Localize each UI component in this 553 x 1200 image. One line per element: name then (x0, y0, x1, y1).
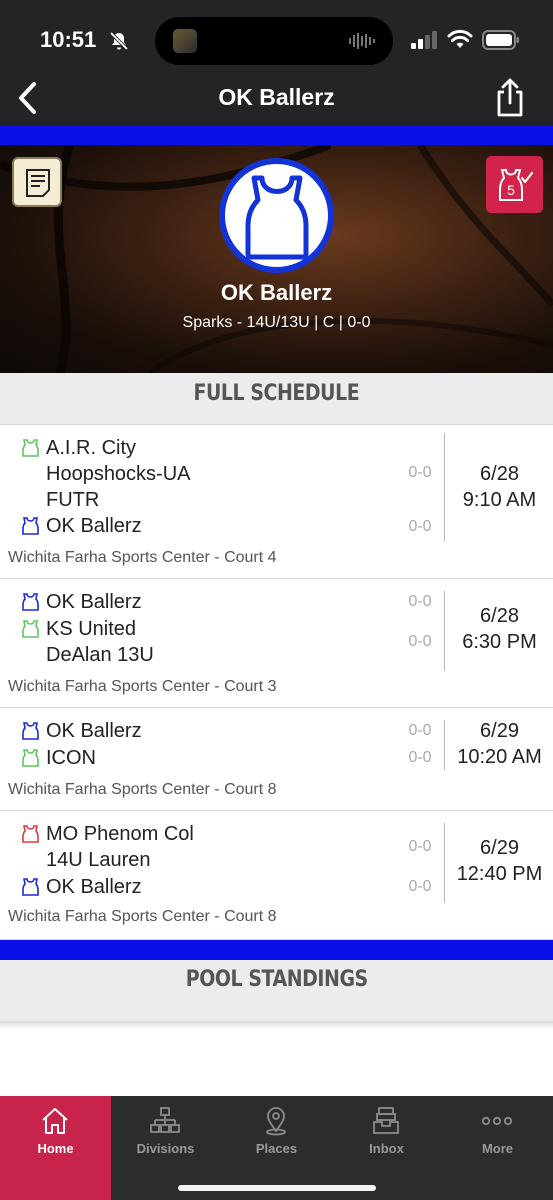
divider (444, 433, 445, 541)
team-name: MO Phenom Col 14U Lauren (46, 823, 194, 871)
standings-scroll-edge (0, 1021, 553, 1029)
team-hero: 5 OK Ballerz Sparks - 14U/13U | C | 0-0 (0, 145, 553, 373)
game-1-datetime: 6/28 9:10 AM (462, 463, 537, 511)
game-card-3[interactable]: OK Ballerz 0-0 ICON 0-0 6/29 10:20 AM Wi… (0, 708, 553, 811)
game-2-team-2-score: 0-0 (408, 633, 432, 650)
dynamic-island (155, 17, 393, 65)
game-1-venue[interactable]: Wichita Farha Sports Center - Court 4 (8, 549, 277, 567)
tab-label: Home (37, 1141, 74, 1156)
standings-content (0, 1021, 553, 1096)
game-4-team-1-score: 0-0 (408, 838, 432, 855)
cellular-signal-icon (411, 31, 437, 49)
status-time: 10:51 (40, 27, 97, 52)
tab-label: Divisions (136, 1141, 195, 1156)
notes-icon (26, 169, 50, 197)
wifi-icon (447, 29, 473, 48)
bell-slash-icon (109, 31, 129, 51)
team-name: OK Ballerz (46, 876, 142, 898)
follow-team-button[interactable]: 5 (486, 156, 543, 213)
game-4-venue[interactable]: Wichita Farha Sports Center - Court 8 (8, 908, 277, 926)
now-playing-thumbnail (173, 29, 197, 53)
jersey-icon (22, 878, 39, 896)
team-name: OK Ballerz (46, 720, 142, 742)
game-4-team-2-score: 0-0 (408, 878, 432, 895)
game-3-team-1-score: 0-0 (408, 722, 432, 739)
divider (444, 591, 445, 671)
game-card-2[interactable]: OK Ballerz 0-0 KS United DeAlan 13U 0-0 … (0, 579, 553, 708)
game-2-team-1-score: 0-0 (408, 593, 432, 610)
jersey-icon (245, 175, 309, 260)
game-3-datetime: 6/29 10:20 AM (457, 720, 542, 768)
accent-stripe (0, 940, 553, 960)
team-name: OK Ballerz (46, 591, 142, 613)
team-name: KS United DeAlan 13U (46, 618, 154, 666)
home-indicator (178, 1185, 376, 1191)
home-icon (42, 1108, 68, 1134)
divider (444, 823, 445, 903)
share-button[interactable] (492, 76, 528, 118)
game-card-1[interactable]: A.I.R. City Hoopshocks-UA FUTR 0-0 OK Ba… (0, 425, 553, 579)
jersey-icon (22, 593, 39, 611)
pool-standings-header: POOL STANDINGS (0, 960, 553, 1021)
game-4-datetime: 6/29 12:40 PM (456, 837, 543, 885)
divisions-icon (150, 1107, 180, 1133)
game-2-datetime: 6/28 6:30 PM (462, 605, 537, 653)
team-logo (219, 158, 334, 273)
badge-count: 5 (507, 182, 515, 198)
team-name: OK Ballerz (220, 280, 333, 305)
jersey-icon (22, 825, 39, 843)
divider (444, 720, 445, 770)
jersey-check-icon: 5 (499, 169, 534, 201)
tab-label: Places (255, 1141, 298, 1156)
top-bar: 10:51 OK Ballerz (0, 0, 553, 125)
tab-label: More (481, 1141, 514, 1156)
jersey-icon (22, 722, 39, 740)
game-1-team-2-score: 0-0 (408, 518, 432, 535)
game-3-team-2-score: 0-0 (408, 749, 432, 766)
team-subtitle: Sparks - 14U/13U | C | 0-0 (182, 314, 371, 331)
notes-button[interactable] (12, 157, 62, 207)
team-name: ICON (46, 747, 96, 769)
tab-more[interactable]: More (442, 1096, 553, 1200)
full-schedule-header: FULL SCHEDULE (0, 373, 553, 425)
battery-icon (482, 30, 519, 50)
team-name: OK Ballerz (46, 515, 142, 537)
inbox-icon (373, 1107, 399, 1134)
jersey-icon (22, 749, 39, 767)
tab-home[interactable]: Home (0, 1096, 111, 1200)
game-2-venue[interactable]: Wichita Farha Sports Center - Court 3 (8, 678, 277, 696)
game-card-4[interactable]: MO Phenom Col 14U Lauren 0-0 OK Ballerz … (0, 811, 553, 940)
nav-title: OK Ballerz (218, 84, 335, 110)
tab-label: Inbox (369, 1141, 404, 1156)
jersey-icon (22, 517, 39, 535)
game-3-venue[interactable]: Wichita Farha Sports Center - Court 8 (8, 781, 277, 799)
accent-stripe (0, 125, 553, 145)
map-pin-icon (266, 1107, 286, 1136)
team-name: A.I.R. City Hoopshocks-UA FUTR (46, 437, 191, 511)
jersey-icon (22, 620, 39, 638)
jersey-icon (22, 439, 39, 457)
game-1-team-1-score: 0-0 (408, 464, 432, 481)
audio-wave-icon (349, 33, 375, 49)
more-icon (482, 1116, 512, 1126)
